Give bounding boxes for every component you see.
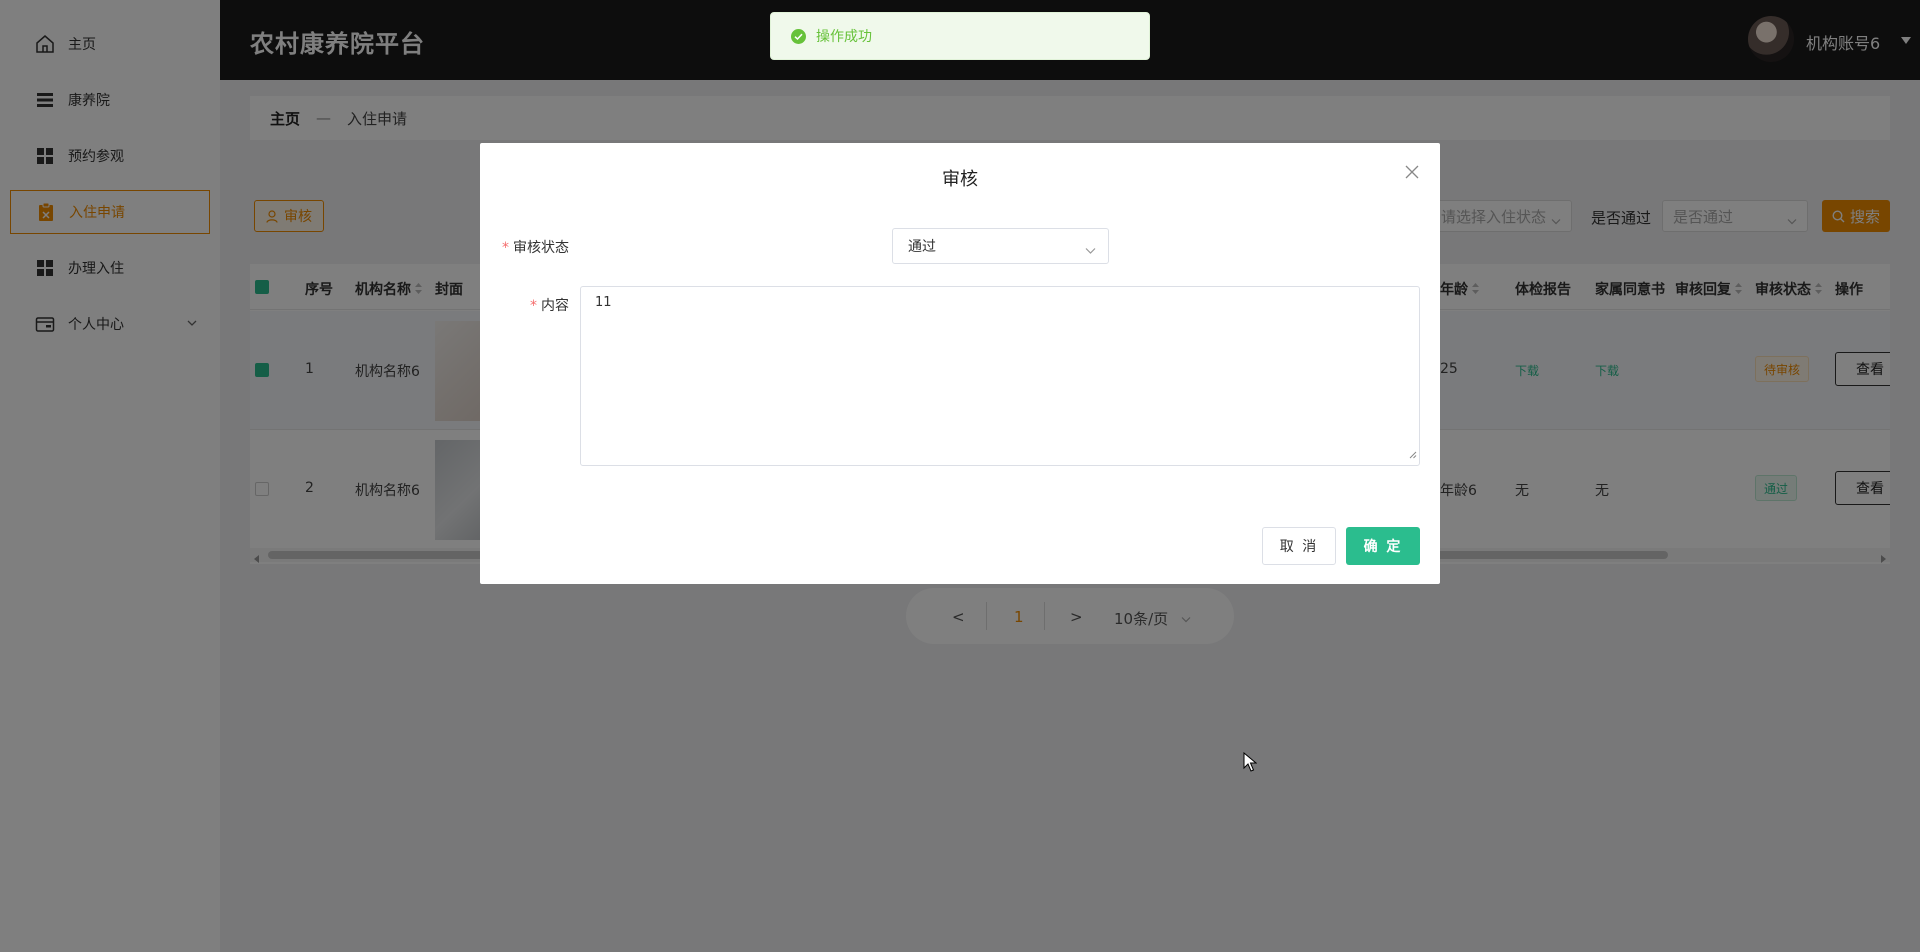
audit-status-label-text: 审核状态 xyxy=(513,240,569,256)
audit-dialog: 审核 * 审核状态 通过 * 内容 11 取 消 确 定 xyxy=(480,143,1440,584)
success-toast: 操作成功 xyxy=(770,12,1150,60)
check-circle-icon xyxy=(791,28,806,44)
close-icon[interactable] xyxy=(1405,165,1421,181)
dialog-title: 审核 xyxy=(942,169,978,190)
audit-status-select[interactable]: 通过 xyxy=(892,228,1109,264)
content-value: 11 xyxy=(595,295,612,310)
cancel-button[interactable]: 取 消 xyxy=(1262,527,1336,565)
chevron-down-icon xyxy=(1085,243,1096,259)
content-label: * 内容 xyxy=(530,298,569,314)
content-label-text: 内容 xyxy=(541,298,569,314)
confirm-button[interactable]: 确 定 xyxy=(1346,527,1420,565)
toast-message: 操作成功 xyxy=(816,29,872,45)
content-textarea[interactable]: 11 xyxy=(580,286,1420,466)
resize-handle-icon[interactable] xyxy=(1409,448,1417,463)
audit-status-value: 通过 xyxy=(908,239,936,255)
audit-status-label: * 审核状态 xyxy=(502,240,569,256)
mouse-cursor-icon xyxy=(1243,751,1258,776)
